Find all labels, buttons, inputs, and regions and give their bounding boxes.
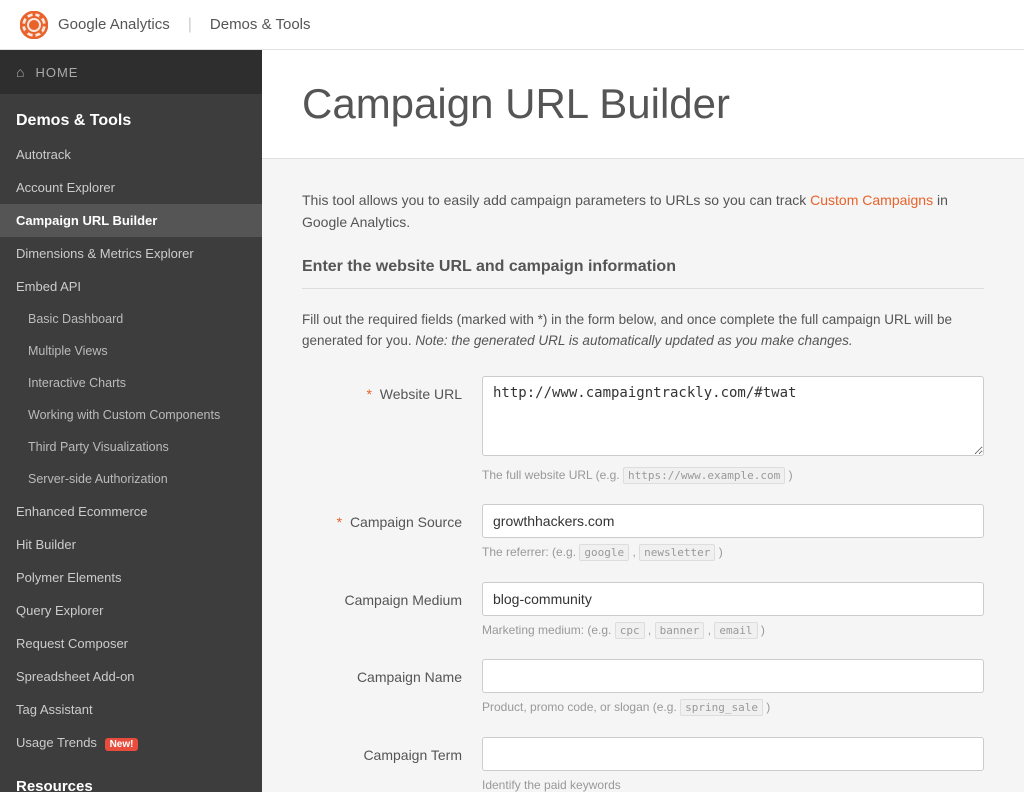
campaign-source-field: The referrer: (e.g. google , newsletter … — [482, 504, 984, 562]
sidebar-item-dimensions-metrics[interactable]: Dimensions & Metrics Explorer — [0, 237, 262, 270]
campaign-medium-row: Campaign Medium Marketing medium: (e.g. … — [302, 582, 984, 640]
campaign-medium-label: Campaign Medium — [302, 582, 482, 608]
sidebar-item-interactive-charts[interactable]: Interactive Charts — [0, 367, 262, 399]
page-header: Campaign URL Builder — [262, 50, 1024, 159]
sidebar-item-spreadsheet-addon[interactable]: Spreadsheet Add-on — [0, 660, 262, 693]
sidebar-item-embed-api[interactable]: Embed API — [0, 270, 262, 303]
sidebar-home[interactable]: ⌂ HOME — [0, 50, 262, 94]
home-icon: ⌂ — [16, 64, 25, 80]
ga-logo-icon — [20, 11, 48, 39]
sidebar: ⌂ HOME Demos & Tools Autotrack Account E… — [0, 50, 262, 792]
topbar-subtitle: Demos & Tools — [210, 16, 311, 33]
sidebar-item-autotrack[interactable]: Autotrack — [0, 138, 262, 171]
campaign-name-field: Product, promo code, or slogan (e.g. spr… — [482, 659, 984, 717]
sidebar-resources-title: Resources — [0, 760, 262, 792]
sidebar-item-enhanced-ecommerce[interactable]: Enhanced Ecommerce — [0, 495, 262, 528]
website-url-label: * Website URL — [302, 376, 482, 402]
sidebar-item-polymer-elements[interactable]: Polymer Elements — [0, 561, 262, 594]
campaign-source-input[interactable] — [482, 504, 984, 538]
form-instructions: Fill out the required fields (marked wit… — [302, 309, 984, 352]
campaign-name-label: Campaign Name — [302, 659, 482, 685]
campaign-term-input[interactable] — [482, 737, 984, 771]
website-url-row: * Website URL http://www.campaigntrackly… — [302, 376, 984, 485]
campaign-term-label: Campaign Term — [302, 737, 482, 763]
campaign-source-label: * Campaign Source — [302, 504, 482, 530]
campaign-name-row: Campaign Name Product, promo code, or sl… — [302, 659, 984, 717]
section-subtitle: Enter the website URL and campaign infor… — [302, 258, 984, 289]
sidebar-item-custom-components[interactable]: Working with Custom Components — [0, 399, 262, 431]
custom-campaigns-link[interactable]: Custom Campaigns — [810, 192, 933, 208]
intro-text: This tool allows you to easily add campa… — [302, 192, 810, 208]
new-badge: New! — [105, 738, 139, 751]
website-url-hint: The full website URL (e.g. https://www.e… — [482, 466, 984, 485]
intro-paragraph: This tool allows you to easily add campa… — [302, 189, 984, 234]
sidebar-item-account-explorer[interactable]: Account Explorer — [0, 171, 262, 204]
sidebar-item-request-composer[interactable]: Request Composer — [0, 627, 262, 660]
campaign-medium-hint: Marketing medium: (e.g. cpc , banner , e… — [482, 621, 984, 640]
main-content: Campaign URL Builder This tool allows yo… — [262, 50, 1024, 792]
campaign-medium-input[interactable] — [482, 582, 984, 616]
home-label: HOME — [35, 65, 78, 80]
sidebar-item-hit-builder[interactable]: Hit Builder — [0, 528, 262, 561]
topbar-title: Google Analytics — [58, 16, 170, 33]
sidebar-item-multiple-views[interactable]: Multiple Views — [0, 335, 262, 367]
campaign-term-field: Identify the paid keywords — [482, 737, 984, 792]
website-url-field: http://www.campaigntrackly.com/#twat The… — [482, 376, 984, 485]
campaign-name-input[interactable] — [482, 659, 984, 693]
sidebar-item-query-explorer[interactable]: Query Explorer — [0, 594, 262, 627]
campaign-name-hint: Product, promo code, or slogan (e.g. spr… — [482, 698, 984, 717]
sidebar-item-tag-assistant[interactable]: Tag Assistant — [0, 693, 262, 726]
sidebar-item-usage-trends[interactable]: Usage Trends New! — [0, 726, 262, 760]
sidebar-item-third-party[interactable]: Third Party Visualizations — [0, 431, 262, 463]
campaign-medium-field: Marketing medium: (e.g. cpc , banner , e… — [482, 582, 984, 640]
main-layout: ⌂ HOME Demos & Tools Autotrack Account E… — [0, 50, 1024, 792]
page-title: Campaign URL Builder — [302, 80, 984, 128]
top-bar: Google Analytics | Demos & Tools — [0, 0, 1024, 50]
page-body: This tool allows you to easily add campa… — [262, 159, 1024, 792]
campaign-source-row: * Campaign Source The referrer: (e.g. go… — [302, 504, 984, 562]
sidebar-item-server-side[interactable]: Server-side Authorization — [0, 463, 262, 495]
required-star-2: * — [337, 514, 342, 530]
logo-area: Google Analytics | Demos & Tools — [20, 11, 311, 39]
topbar-divider: | — [188, 16, 192, 34]
campaign-term-hint: Identify the paid keywords — [482, 776, 984, 792]
sidebar-item-campaign-url-builder[interactable]: Campaign URL Builder — [0, 204, 262, 237]
campaign-term-row: Campaign Term Identify the paid keywords — [302, 737, 984, 792]
sidebar-section-title: Demos & Tools — [0, 94, 262, 138]
campaign-source-hint: The referrer: (e.g. google , newsletter … — [482, 543, 984, 562]
sidebar-item-basic-dashboard[interactable]: Basic Dashboard — [0, 303, 262, 335]
website-url-input[interactable]: http://www.campaigntrackly.com/#twat — [482, 376, 984, 456]
required-star: * — [366, 386, 371, 402]
